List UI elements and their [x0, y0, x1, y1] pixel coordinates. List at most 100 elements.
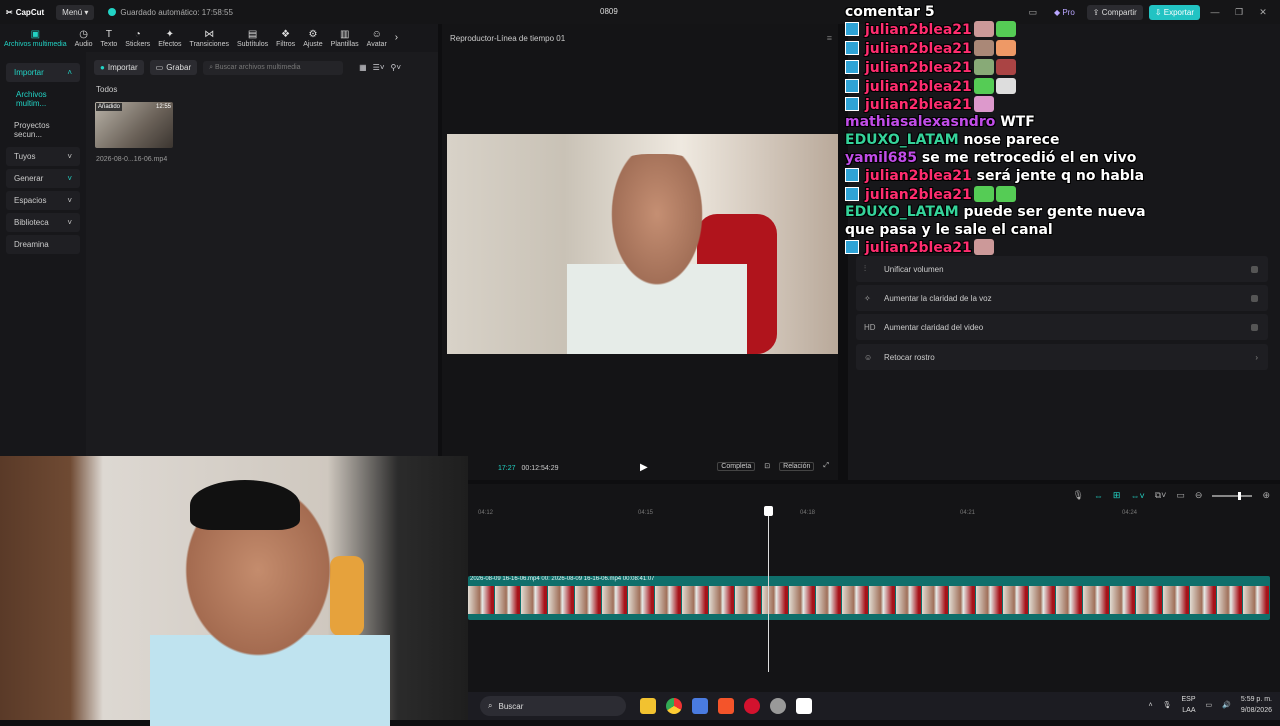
- tab-templates[interactable]: ▥ Plantillas: [327, 24, 363, 52]
- sidebar-item-yours[interactable]: Tuyos ˅: [6, 147, 80, 166]
- project-title[interactable]: 0809: [600, 7, 618, 16]
- tab-label: Filtros: [276, 40, 296, 48]
- chrome-icon[interactable]: [666, 698, 682, 714]
- link-icon[interactable]: ⇔: [1094, 491, 1103, 501]
- ratio-button[interactable]: Relación: [779, 462, 815, 471]
- brave-icon[interactable]: [718, 698, 734, 714]
- video-preview[interactable]: [447, 134, 838, 354]
- date: 9/08/2026: [1240, 707, 1272, 714]
- timeline-tools: 🎙 ⇔ ⊞ ⇔˅ ⧉˅ ▭ ⊖ ⊕: [1072, 490, 1270, 501]
- sidebar-item-spaces[interactable]: Espacios ˅: [6, 191, 80, 210]
- menu-button[interactable]: Menú ▾: [56, 4, 95, 20]
- preview-axis-icon[interactable]: ⧉˅: [1155, 490, 1167, 501]
- taskbar-search-label: Buscar: [498, 701, 524, 711]
- network-icon[interactable]: ▭: [1206, 701, 1213, 709]
- snap-icon[interactable]: ⇔˅: [1130, 491, 1144, 501]
- record-button[interactable]: ▭ Grabar: [149, 60, 198, 75]
- tab-adjust[interactable]: ⚙ Ajuste: [299, 24, 326, 52]
- full-button[interactable]: Completa: [717, 462, 756, 471]
- tools-scroll-right[interactable]: ›: [391, 24, 402, 52]
- ruler-tick: 04:24: [1122, 510, 1138, 516]
- media-clip-thumbnail[interactable]: Añadido 12:55: [95, 102, 173, 148]
- row-label: Unificar volumen: [884, 264, 944, 274]
- search-icon: ⌕: [488, 701, 493, 710]
- capcut-taskbar-icon[interactable]: [796, 698, 812, 714]
- tab-avatar[interactable]: ☺ Avatar: [363, 24, 391, 52]
- system-tray: ˄ 🎙 ESP LAA ▭ 🔊 5:59 p. m. 9/08/2026: [1149, 694, 1273, 716]
- taskbar-search[interactable]: ⌕ Buscar: [480, 696, 626, 716]
- text-icon: T: [105, 28, 112, 40]
- section-all: Todos: [96, 85, 118, 94]
- zoom-slider-handle[interactable]: [1238, 491, 1242, 500]
- title-bar: ✂ CapCut Menú ▾ Guardado automático: 17:5…: [0, 0, 1280, 24]
- minimize-icon[interactable]: —: [1206, 7, 1224, 17]
- store-icon[interactable]: [692, 698, 708, 714]
- tab-stickers[interactable]: ◔ Stickers: [121, 24, 154, 52]
- timecode: 17:27 00:12:54:29: [498, 458, 559, 478]
- tab-audio[interactable]: ◷ Audio: [71, 24, 97, 52]
- sort-icon[interactable]: ☰˅: [373, 63, 385, 72]
- close-icon[interactable]: ✕: [1254, 7, 1272, 18]
- tab-subtitles[interactable]: ▤ Subtítulos: [233, 24, 272, 52]
- crop-icon[interactable]: ⊡: [761, 462, 773, 471]
- tool-tabs: ▣ Archivos multimedia ◷ Audio T Texto ◔ Stic…: [0, 24, 438, 52]
- template-icon: ▥: [339, 28, 350, 40]
- opera-icon[interactable]: [744, 698, 760, 714]
- row-unify-volume[interactable]: ⫶ Unificar volumen: [856, 256, 1268, 282]
- sidebar-item-secondary-projects[interactable]: Proyectos secun...: [6, 116, 80, 144]
- menu-icon[interactable]: ≡: [827, 33, 832, 43]
- clip-time: 00:08:41:07: [622, 576, 655, 582]
- toggle-checkbox[interactable]: [1251, 294, 1258, 302]
- volume-icon[interactable]: 🔊: [1222, 701, 1231, 709]
- export-button[interactable]: ⇩ Exportar: [1148, 4, 1200, 20]
- toggle-checkbox[interactable]: [1251, 265, 1258, 273]
- tab-text[interactable]: T Texto: [97, 24, 122, 52]
- pro-button[interactable]: ◆ Pro: [1048, 5, 1081, 20]
- obs-icon[interactable]: [770, 698, 786, 714]
- clip-time: 00:: [541, 576, 550, 582]
- tab-media[interactable]: ▣ Archivos multimedia: [0, 24, 71, 52]
- fullscreen-icon[interactable]: ⤢: [820, 462, 832, 471]
- chevron-up-icon[interactable]: ˄: [1149, 702, 1153, 709]
- menu-label: Menú: [62, 7, 83, 17]
- tab-filters[interactable]: ❖ Filtros: [272, 24, 299, 52]
- playhead[interactable]: [764, 506, 773, 672]
- chevron-down-icon: ˅: [67, 218, 72, 227]
- import-button[interactable]: ● Importar: [94, 60, 144, 75]
- row-video-clarity[interactable]: HD Aumentar claridad del video: [856, 314, 1268, 340]
- zoom-in-icon[interactable]: ⊕: [1262, 490, 1270, 501]
- magnet-icon[interactable]: ⊞: [1113, 490, 1121, 501]
- maximize-icon[interactable]: ❐: [1230, 7, 1248, 18]
- video-clip-track[interactable]: 2026-08-09 16-16-06.mp4 00: 2026-08-09 1…: [468, 576, 1270, 620]
- sidebar-item-library[interactable]: Biblioteca ˅: [6, 213, 80, 232]
- caption-icon[interactable]: ▭: [1176, 490, 1185, 501]
- tab-effects[interactable]: ✦ Efectos: [154, 24, 185, 52]
- zoom-slider[interactable]: [1212, 491, 1253, 500]
- media-search-input[interactable]: ⌕ Buscar archivos multimedia: [203, 60, 344, 75]
- zoom-out-icon[interactable]: ⊖: [1195, 490, 1203, 501]
- play-button[interactable]: ▶: [640, 462, 648, 473]
- mic-icon[interactable]: 🎙: [1072, 490, 1083, 501]
- time-ruler[interactable]: 04:12 04:15 04:18 04:21 04:24: [468, 508, 1280, 518]
- taskbar-apps: [640, 698, 812, 714]
- autosave-status: Guardado automático: 17:58:55: [108, 8, 233, 17]
- tab-transitions[interactable]: ⋈ Transiciones: [186, 24, 233, 52]
- chevron-up-icon: ˄: [67, 68, 72, 77]
- share-button[interactable]: ⇪ Compartir: [1086, 4, 1143, 20]
- row-voice-clarity[interactable]: ✧ Aumentar la claridad de la voz: [856, 285, 1268, 311]
- sidebar-item-generate[interactable]: Generar ˅: [6, 169, 80, 188]
- row-retouch-face[interactable]: ☺ Retocar rostro ›: [856, 344, 1268, 370]
- grid-view-icon[interactable]: ▦: [359, 63, 367, 72]
- sidebar-item-media-files[interactable]: Archivos multim...: [6, 85, 80, 113]
- sidebar-item-dreamina[interactable]: Dreamina: [6, 235, 80, 254]
- toggle-checkbox[interactable]: [1251, 323, 1258, 331]
- filter-icon[interactable]: ⚲˅: [391, 63, 402, 72]
- clock[interactable]: 5:59 p. m. 9/08/2026: [1241, 694, 1272, 716]
- language-indicator[interactable]: ESP LAA: [1181, 694, 1195, 716]
- layout-icon[interactable]: ▭: [1024, 7, 1042, 18]
- sidebar-item-import[interactable]: Importar ˄: [6, 63, 80, 82]
- row-label: Aumentar la claridad de la voz: [884, 293, 992, 303]
- file-explorer-icon[interactable]: [640, 698, 656, 714]
- ruler-tick: 04:18: [800, 510, 816, 516]
- mic-icon[interactable]: 🎙: [1163, 701, 1172, 709]
